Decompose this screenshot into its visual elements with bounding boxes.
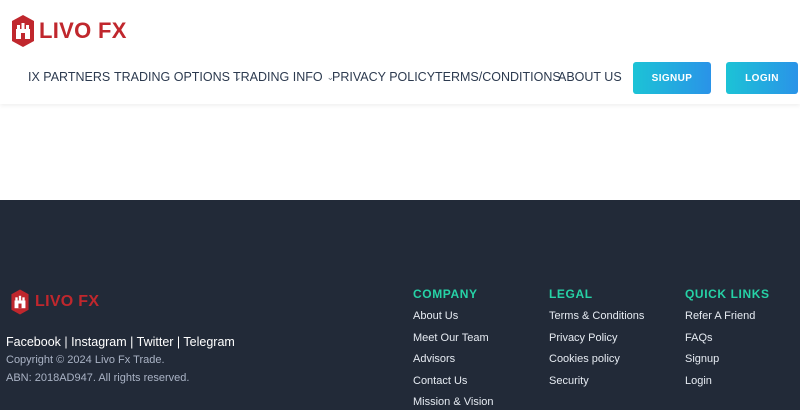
nav-label: TRADING INFO [233, 70, 323, 84]
abn-text: ABN: 2018AD947. All rights reserved. [6, 372, 190, 384]
footer-column-company: COMPANY About Us Meet Our Team Advisors … [413, 287, 494, 418]
footer-link-meet-our-team[interactable]: Meet Our Team [413, 332, 494, 354]
nav-trading-info[interactable]: TRADING INFO ⌄ [233, 70, 334, 84]
nav-about-us[interactable]: ABOUT US [558, 70, 622, 84]
site-footer: LIVO FX Facebook | Instagram | Twitter |… [0, 200, 800, 410]
brand-name: LIVO FX [39, 18, 127, 43]
column-heading: LEGAL [549, 287, 593, 301]
main-nav: IX PARTNERS TRADING OPTIONS ⌄ TRADING INF… [0, 70, 622, 86]
nav-terms-conditions[interactable]: TERMS/CONDITIONS [435, 70, 561, 84]
login-button[interactable]: LOGIN [726, 62, 798, 94]
footer-link-signup[interactable]: Signup [685, 353, 770, 375]
column-heading: QUICK LINKS [685, 287, 770, 301]
nav-label: TERMS/CONDITIONS [435, 70, 561, 84]
social-links[interactable]: Facebook | Instagram | Twitter | Telegra… [6, 335, 235, 349]
signup-button[interactable]: SIGNUP [633, 62, 711, 94]
footer-link-advisors[interactable]: Advisors [413, 353, 494, 375]
footer-link-cookies-policy[interactable]: Cookies policy [549, 353, 644, 375]
nav-ix-partners[interactable]: IX PARTNERS [28, 70, 110, 84]
footer-logo[interactable]: LIVO FX [8, 288, 99, 316]
footer-link-faqs[interactable]: FAQs [685, 332, 770, 354]
fortress-logo-icon [11, 289, 29, 315]
nav-label: IX PARTNERS [28, 70, 111, 84]
footer-column-quick-links: QUICK LINKS Refer A Friend FAQs Signup L… [685, 287, 770, 396]
nav-label: PRIVACY POLICY [332, 70, 436, 84]
footer-link-about-us[interactable]: About Us [413, 310, 494, 332]
fortress-logo-icon [12, 15, 34, 47]
nav-label: ABOUT US [558, 70, 622, 84]
nav-trading-options[interactable]: TRADING OPTIONS ⌄ [114, 70, 242, 84]
footer-link-privacy-policy[interactable]: Privacy Policy [549, 332, 644, 354]
footer-link-login[interactable]: Login [685, 375, 770, 397]
footer-column-legal: LEGAL Terms & Conditions Privacy Policy … [549, 287, 644, 396]
footer-link-security[interactable]: Security [549, 375, 644, 397]
footer-link-terms[interactable]: Terms & Conditions [549, 310, 644, 332]
footer-link-refer-friend[interactable]: Refer A Friend [685, 310, 770, 332]
footer-link-mission-vision[interactable]: Mission & Vision [413, 396, 494, 418]
site-header: LIVO FX IX PARTNERS TRADING OPTIONS ⌄ TRA… [0, 0, 800, 104]
nav-label: TRADING OPTIONS [114, 70, 230, 84]
footer-brand-name: LIVO FX [35, 293, 100, 310]
copyright-text: Copyright © 2024 Livo Fx Trade. [6, 354, 165, 366]
nav-privacy-policy[interactable]: PRIVACY POLICY [332, 70, 435, 84]
footer-link-contact-us[interactable]: Contact Us [413, 375, 494, 397]
brand-logo[interactable]: LIVO FX [10, 13, 127, 49]
column-heading: COMPANY [413, 287, 478, 301]
